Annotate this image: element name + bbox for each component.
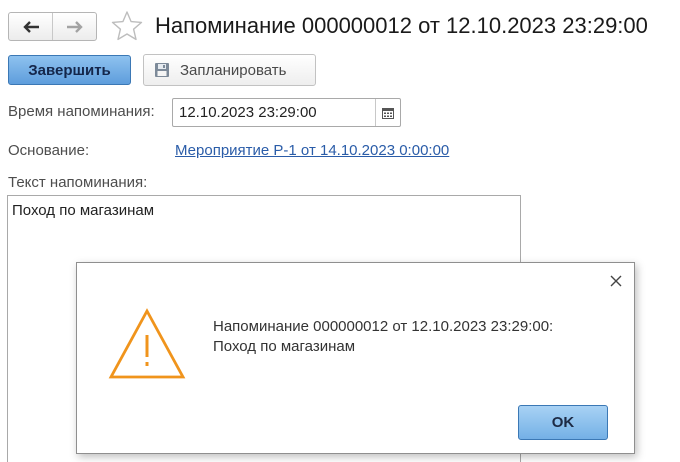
reminder-time-label: Время напоминания: — [8, 103, 155, 120]
reason-label: Основание: — [8, 142, 90, 159]
reminder-text-value: Поход по магазинам — [12, 202, 155, 219]
schedule-button[interactable]: Запланировать — [143, 54, 316, 86]
warning-triangle-icon — [108, 308, 186, 379]
arrow-left-icon — [22, 20, 39, 33]
floppy-disk-icon — [155, 63, 169, 77]
navigation-buttons — [8, 12, 97, 41]
dialog-message: Напоминание 000000012 от 12.10.2023 23:2… — [213, 317, 613, 357]
reminder-dialog: Напоминание 000000012 от 12.10.2023 23:2… — [76, 262, 635, 454]
star-outline-icon[interactable] — [111, 10, 143, 42]
calendar-icon — [382, 107, 394, 119]
reason-link[interactable]: Мероприятие Р-1 от 14.10.2023 0:00:00 — [175, 142, 449, 159]
close-icon[interactable] — [608, 273, 624, 289]
forward-button[interactable] — [52, 13, 96, 40]
arrow-right-icon — [66, 20, 83, 33]
page-title: Напоминание 000000012 от 12.10.2023 23:2… — [155, 13, 648, 38]
reminder-text-label: Текст напоминания: — [8, 174, 148, 191]
finish-button[interactable]: Завершить — [8, 55, 131, 85]
back-button[interactable] — [9, 13, 52, 40]
dialog-message-line-1: Напоминание 000000012 от 12.10.2023 23:2… — [213, 318, 554, 335]
schedule-button-label: Запланировать — [180, 61, 287, 79]
reminder-time-field[interactable]: 12.10.2023 23:29:00 — [172, 98, 401, 127]
reminder-form: Напоминание 000000012 от 12.10.2023 23:2… — [0, 0, 680, 462]
dialog-message-line-2: Поход по магазинам — [213, 338, 356, 355]
ok-button[interactable]: OK — [518, 405, 608, 440]
calendar-button[interactable] — [375, 99, 400, 126]
reminder-time-value: 12.10.2023 23:29:00 — [179, 104, 317, 121]
